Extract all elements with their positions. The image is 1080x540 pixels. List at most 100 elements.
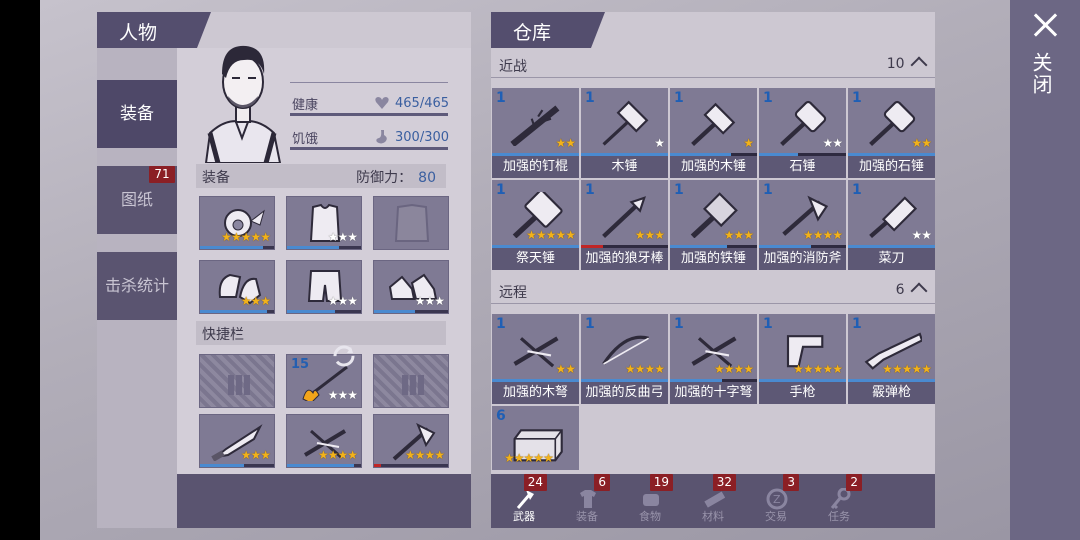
storage-item[interactable]: 1 ★ 木锤: [581, 88, 668, 178]
star-rating: ★★★: [327, 294, 358, 308]
equipment-slot[interactable]: ★★★: [286, 260, 362, 314]
storage-item[interactable]: 1 ★★ 菜刀: [848, 180, 935, 270]
item-name: 加强的木弩: [492, 382, 579, 404]
food-icon: [643, 494, 659, 506]
storage-item[interactable]: 1 ★★★★★ 手枪: [759, 314, 846, 404]
quickbar-slot[interactable]: [199, 354, 275, 408]
axe-icon: [516, 490, 534, 509]
defense-stat: 防御力： 80: [356, 167, 436, 187]
tab-equipment[interactable]: 装备: [97, 80, 177, 148]
equipment-slot[interactable]: ★★★: [373, 260, 449, 314]
hunger-bar: [290, 147, 448, 150]
durability-fill: [200, 310, 267, 313]
durability-bar: [200, 464, 274, 467]
tab-key[interactable]: 2 任务: [808, 474, 870, 528]
durability-fill: [200, 246, 263, 249]
item-name: 加强的木锤: [670, 156, 757, 178]
quickbar-slot[interactable]: [373, 354, 449, 408]
storage-item[interactable]: 1 ★★ 加强的石锤: [848, 88, 935, 178]
defense-label: 防御力：: [356, 170, 413, 186]
storage-item[interactable]: 1 ★★ 石锤: [759, 88, 846, 178]
storage-item[interactable]: 1 ★ 加强的木锤: [670, 88, 757, 178]
ranged-count-toggle[interactable]: 6: [896, 282, 928, 300]
ranged-category[interactable]: 远程 6: [491, 278, 935, 304]
mallet-icon: [602, 100, 649, 146]
melee-category[interactable]: 近战 10: [491, 52, 935, 78]
tab-kill-stats[interactable]: 击杀统计: [97, 252, 177, 320]
ammo-icon: [402, 375, 424, 395]
durability-fill: [374, 310, 415, 313]
star-rating: ★★★★: [404, 448, 445, 462]
storage-item[interactable]: 1 ★★★★ 加强的反曲弓: [581, 314, 668, 404]
equipment-slot[interactable]: ★★★: [199, 260, 275, 314]
star-rating: ★★★: [634, 228, 665, 242]
storage-item[interactable]: 1 ★★ 加强的钉棍: [492, 88, 579, 178]
close-bar[interactable]: 关闭: [1010, 0, 1080, 540]
item-count: 1: [496, 316, 506, 332]
tab-trade-coin[interactable]: Z 3 交易: [745, 474, 807, 528]
storage-item[interactable]: 1 ★★★★★ 祭天锤: [492, 180, 579, 270]
durability-bar: [200, 310, 274, 313]
item-count: 15: [291, 357, 310, 372]
equipment-slot[interactable]: ★★★: [286, 196, 362, 250]
ammo-icon: [228, 375, 250, 395]
durability-fill: [287, 464, 354, 467]
durability-bar: [374, 464, 448, 467]
defense-value: 80: [418, 170, 436, 186]
quickbar-slot[interactable]: 15 ★★★: [286, 345, 362, 408]
tab-label: 交易: [765, 510, 787, 523]
left-letterbox: [0, 0, 40, 540]
close-icon[interactable]: [1032, 12, 1058, 38]
tab-badge: 2: [846, 474, 862, 491]
item-name: 加强的反曲弓: [581, 382, 668, 404]
tab-food[interactable]: 19 食物: [619, 474, 681, 528]
item-count: 1: [852, 90, 862, 106]
equipment-slot[interactable]: ★★★★★: [199, 196, 275, 250]
swap-icon[interactable]: [331, 343, 357, 369]
hammer-icon: [691, 102, 736, 146]
tab-label: 食物: [639, 510, 661, 523]
storage-item[interactable]: 1 ★★ 加强的木弩: [492, 314, 579, 404]
star-rating: ★★★★★: [526, 228, 576, 242]
shirt-icon: [580, 490, 596, 508]
storage-item[interactable]: 1 ★★★★★ 霰弹枪: [848, 314, 935, 404]
equipment-section-label: 装备: [202, 170, 230, 186]
quickbar-slot[interactable]: ★★★★: [286, 414, 362, 468]
item-name: 石锤: [759, 156, 846, 178]
item-name: 加强的钉棍: [492, 156, 579, 178]
svg-text:Z: Z: [773, 493, 781, 506]
quickbar-slot[interactable]: ★★★: [199, 414, 275, 468]
item-count: 1: [674, 182, 684, 198]
storage-item[interactable]: 1 ★★★★ 加强的十字弩: [670, 314, 757, 404]
star-rating: ★★: [822, 136, 843, 150]
item-name: 手枪: [759, 382, 846, 404]
item-count: 1: [496, 182, 506, 198]
tab-blueprints-label: 图纸: [120, 190, 153, 209]
storage-item[interactable]: 6 ★★★★★: [492, 406, 579, 470]
tab-badge: 32: [712, 474, 736, 491]
item-count: 1: [585, 90, 595, 106]
tab-badge: 6: [594, 474, 610, 491]
storage-item[interactable]: 1 ★★★★ 加强的消防斧: [759, 180, 846, 270]
storage-title: 仓库: [491, 12, 605, 48]
star-rating: ★★★★: [802, 228, 843, 242]
item-count: 1: [763, 182, 773, 198]
quickbar-label: 快捷栏: [202, 327, 244, 343]
storage-item[interactable]: 1 ★★★ 加强的狼牙棒: [581, 180, 668, 270]
item-count: 1: [496, 90, 506, 106]
storage-item[interactable]: 1 ★★★ 加强的铁锤: [670, 180, 757, 270]
star-rating: ★★★: [240, 294, 271, 308]
blueprints-badge: 71: [149, 166, 175, 183]
durability-bar: [287, 310, 361, 313]
tab-shirt[interactable]: 6 装备: [556, 474, 618, 528]
tab-label: 材料: [702, 510, 724, 523]
close-label[interactable]: 关闭: [1027, 52, 1056, 96]
stat-divider: [290, 82, 448, 83]
tab-plank[interactable]: 32 材料: [682, 474, 744, 528]
quickbar-slot[interactable]: ★★★★: [373, 414, 449, 468]
star-rating: ★★★: [327, 230, 358, 244]
melee-count-toggle[interactable]: 10: [887, 56, 928, 74]
star-rating: ★★: [555, 136, 576, 150]
tab-axe[interactable]: 24 武器: [493, 474, 555, 528]
equipment-slot[interactable]: [373, 196, 449, 250]
